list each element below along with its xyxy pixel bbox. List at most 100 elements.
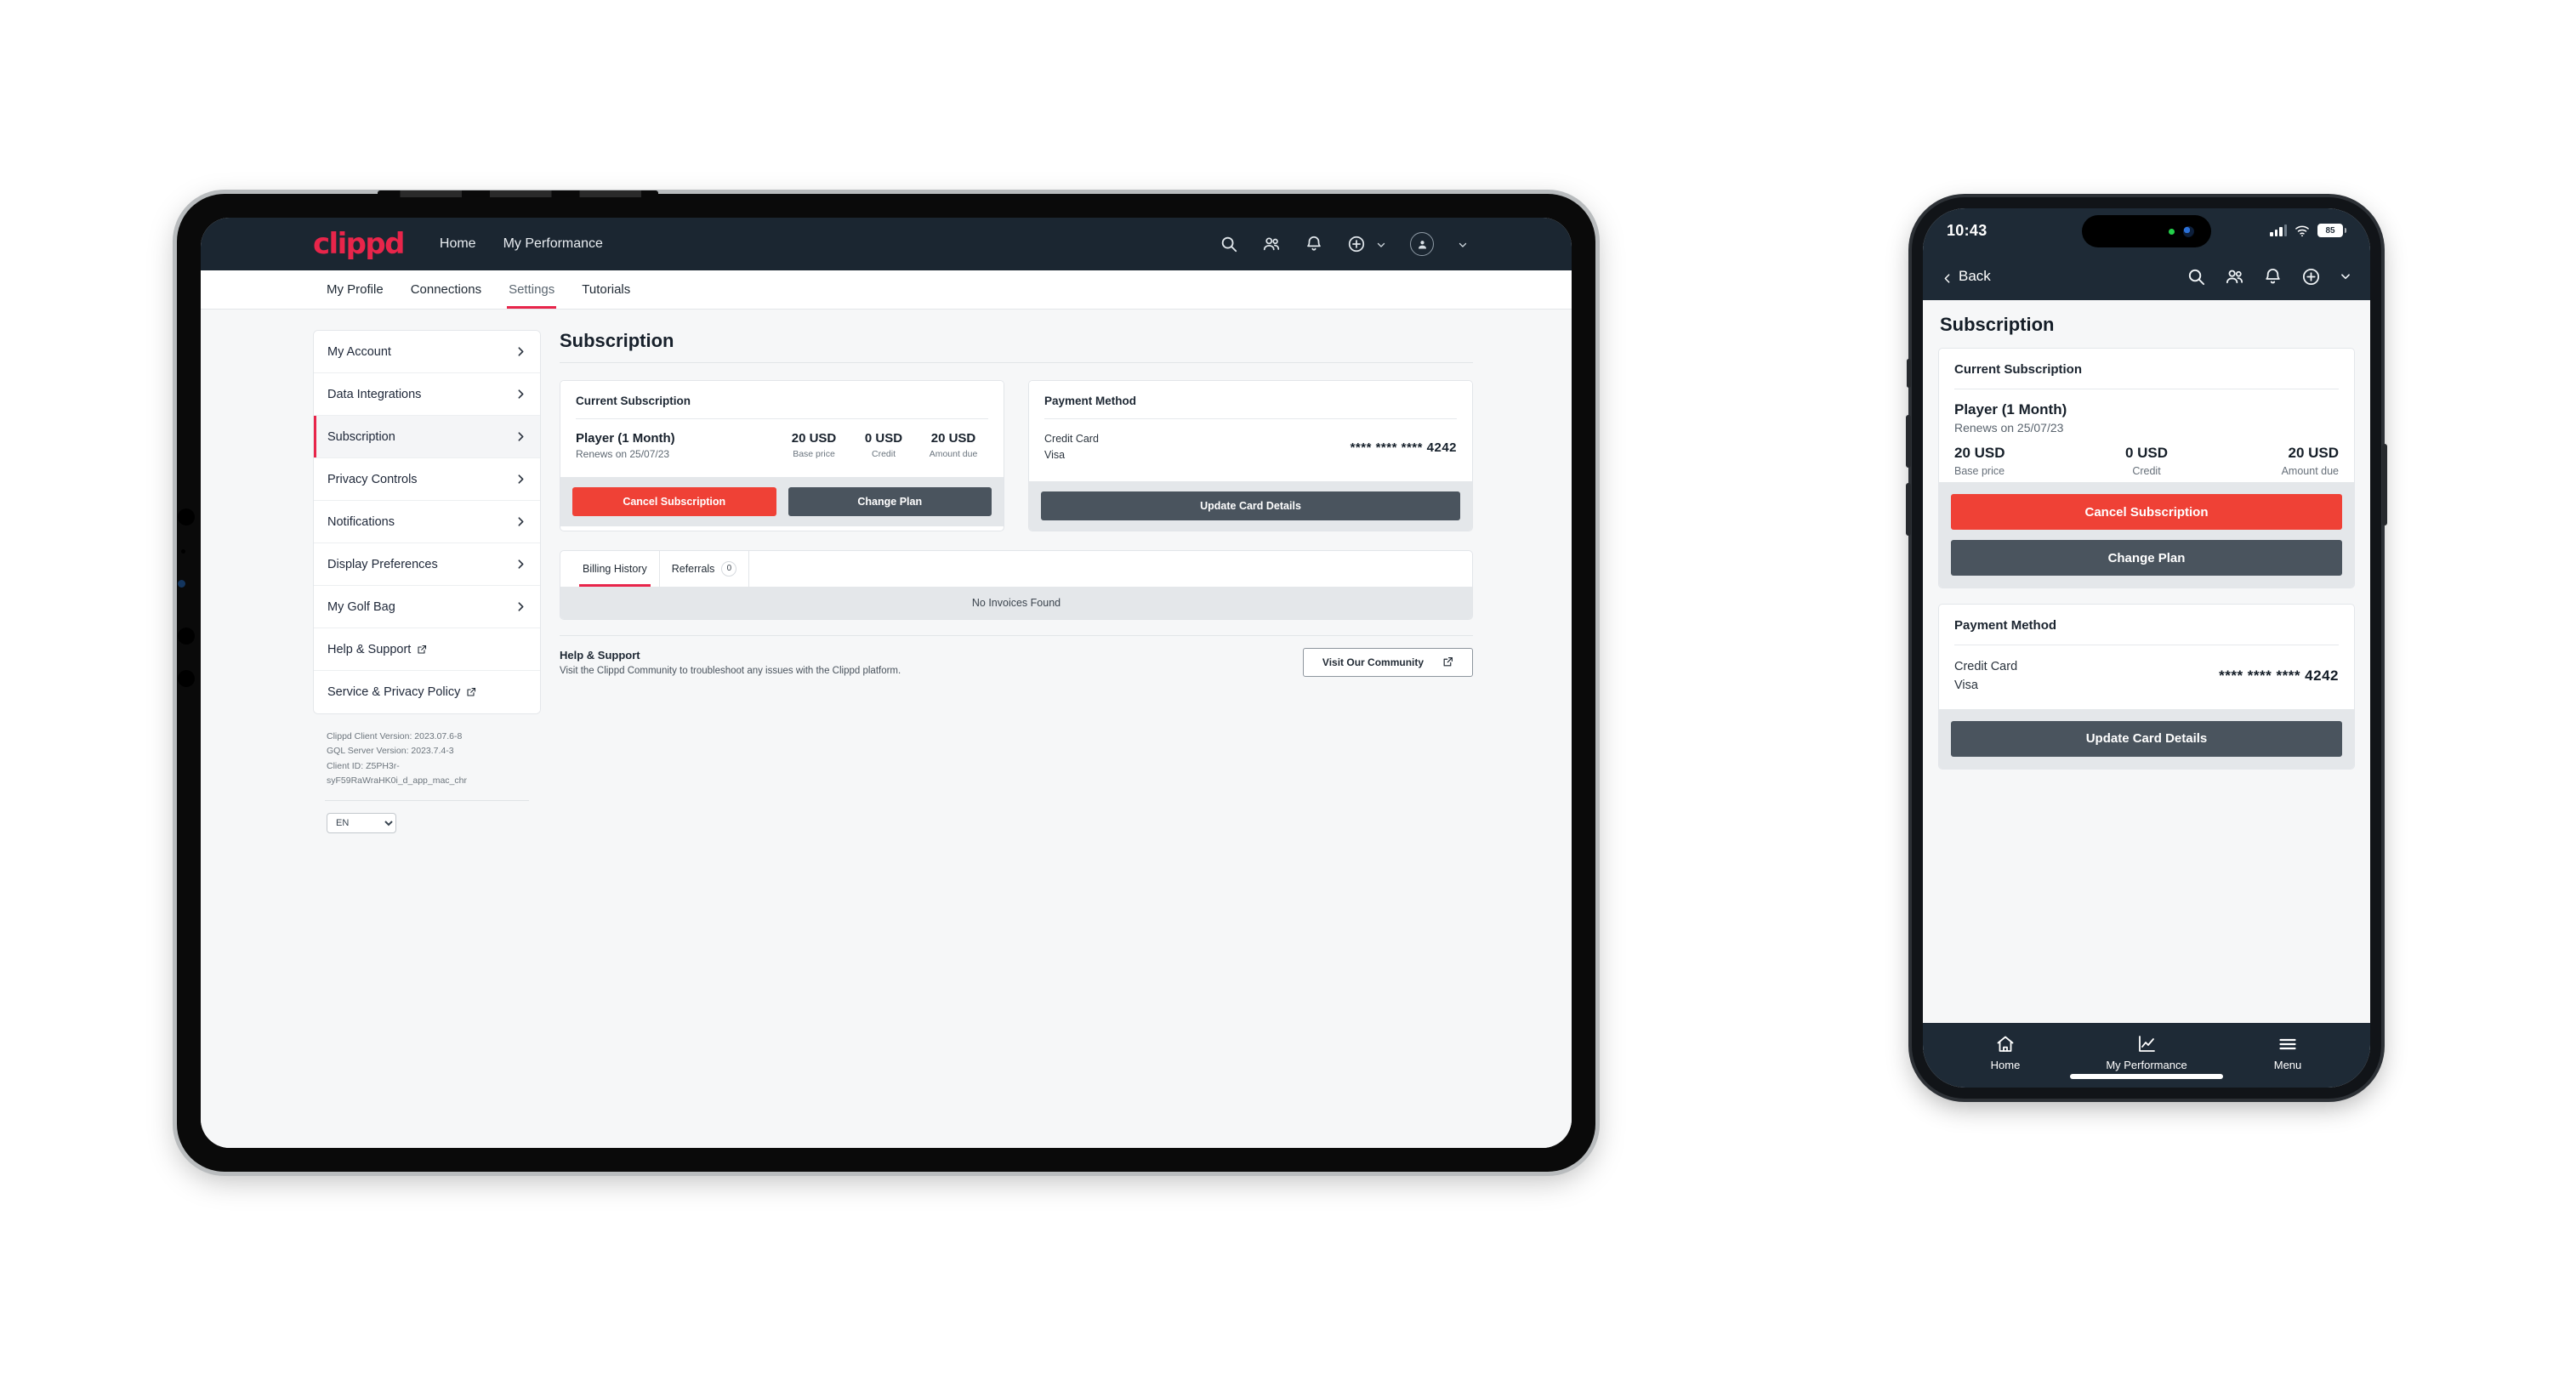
nav-link-home[interactable]: Home bbox=[440, 236, 476, 252]
tablet-side-sensors bbox=[176, 500, 195, 772]
payment-actions: Update Card Details bbox=[1029, 480, 1472, 531]
tab-tutorials[interactable]: Tutorials bbox=[568, 270, 644, 309]
camera-active-indicator bbox=[2169, 228, 2175, 235]
sidebar-item-service-privacy-policy[interactable]: Service & Privacy Policy bbox=[314, 671, 540, 713]
update-card-details-button[interactable]: Update Card Details bbox=[1951, 720, 2342, 757]
status-time: 10:43 bbox=[1947, 221, 1987, 239]
amount-value: 0 USD bbox=[2124, 445, 2169, 461]
tab-billing-history[interactable]: Billing History bbox=[571, 551, 659, 587]
tab-connections[interactable]: Connections bbox=[397, 270, 495, 309]
amount-label: Credit bbox=[2132, 465, 2161, 477]
current-subscription-title: Current Subscription bbox=[1954, 362, 2083, 377]
cancel-subscription-button[interactable]: Cancel Subscription bbox=[572, 487, 776, 516]
people-icon[interactable] bbox=[1262, 235, 1281, 253]
sidebar-item-data-integrations[interactable]: Data Integrations bbox=[314, 373, 540, 416]
sidebar-item-privacy-controls[interactable]: Privacy Controls bbox=[314, 458, 540, 501]
battery-level: 85 bbox=[2317, 224, 2343, 237]
settings-sidebar: My Account Data Integrations Subscriptio… bbox=[201, 330, 541, 1148]
plus-circle-icon[interactable] bbox=[1347, 235, 1366, 253]
title-divider bbox=[560, 362, 1473, 363]
visit-community-button[interactable]: Visit Our Community bbox=[1303, 647, 1473, 677]
client-version: Clippd Client Version: 2023.07.6-8 bbox=[327, 731, 463, 741]
sidebar-item-subscription[interactable]: Subscription bbox=[314, 416, 540, 458]
tablet-nav-actions bbox=[1220, 232, 1550, 256]
search-icon[interactable] bbox=[2186, 267, 2206, 287]
card-divider bbox=[1044, 418, 1457, 419]
amount-value: 20 USD bbox=[2288, 445, 2340, 461]
cellular-signal-icon bbox=[2270, 224, 2287, 236]
tab-home[interactable]: Home bbox=[1935, 1034, 2076, 1071]
bell-icon[interactable] bbox=[1305, 235, 1323, 253]
people-icon[interactable] bbox=[2225, 267, 2244, 287]
battery-icon: 85 bbox=[2317, 224, 2346, 237]
phone-navbar: Back bbox=[1923, 253, 2370, 300]
tab-label: Billing History bbox=[583, 562, 647, 575]
search-icon[interactable] bbox=[1220, 235, 1238, 253]
update-card-details-button[interactable]: Update Card Details bbox=[1041, 491, 1460, 520]
payment-method-title: Payment Method bbox=[1954, 618, 2057, 633]
phone-volume-up-button bbox=[1906, 415, 1911, 468]
subscription-actions: Cancel Subscription Change Plan bbox=[1939, 482, 2354, 588]
card-type-block: Credit Card Visa bbox=[1044, 431, 1099, 464]
amount-due: 20 USD Amount due bbox=[2210, 445, 2339, 477]
chevron-down-icon[interactable] bbox=[2340, 270, 2351, 282]
cancel-subscription-button[interactable]: Cancel Subscription bbox=[1951, 494, 2342, 530]
sidebar-item-display-preferences[interactable]: Display Preferences bbox=[314, 543, 540, 586]
sidebar-item-label: Notifications bbox=[327, 514, 395, 529]
card-number-masked: **** **** **** 4242 bbox=[2219, 667, 2339, 684]
change-plan-button[interactable]: Change Plan bbox=[788, 487, 992, 516]
amount-value: 20 USD bbox=[930, 431, 976, 446]
clippd-logo[interactable]: clippd bbox=[313, 230, 405, 258]
phone-power-button bbox=[2382, 444, 2387, 525]
chevron-right-icon bbox=[515, 601, 526, 612]
tab-settings[interactable]: Settings bbox=[495, 270, 568, 309]
client-id: Client ID: Z5PH3r-syF59RaWraHK0i_d_app_m… bbox=[327, 760, 467, 786]
avatar[interactable] bbox=[1410, 232, 1434, 256]
sidebar-item-notifications[interactable]: Notifications bbox=[314, 501, 540, 543]
amount-value: 20 USD bbox=[1954, 445, 2005, 461]
tablet-top-navbar: clippd Home My Performance bbox=[201, 218, 1572, 270]
tablet-screen: clippd Home My Performance My Profile Co… bbox=[201, 218, 1572, 1148]
subscription-panel: Subscription Current Subscription Player… bbox=[541, 330, 1572, 1148]
nav-link-my-performance[interactable]: My Performance bbox=[503, 236, 603, 252]
sidebar-item-help-support[interactable]: Help & Support bbox=[314, 628, 540, 671]
tab-my-performance[interactable]: My Performance bbox=[2076, 1034, 2217, 1071]
tab-menu[interactable]: Menu bbox=[2217, 1034, 2358, 1071]
change-plan-button[interactable]: Change Plan bbox=[1951, 540, 2342, 576]
status-indicators: 85 bbox=[2270, 224, 2346, 237]
amount-due: 20 USD Amount due bbox=[918, 431, 988, 459]
sidebar-item-my-golf-bag[interactable]: My Golf Bag bbox=[314, 586, 540, 628]
chevron-down-icon[interactable] bbox=[1376, 239, 1386, 249]
amount-base-price: 20 USD Base price bbox=[779, 431, 849, 459]
tab-referrals[interactable]: Referrals 0 bbox=[658, 550, 750, 587]
back-button[interactable]: Back bbox=[1942, 268, 1991, 285]
amount-credit: 0 USD Credit bbox=[2083, 445, 2211, 477]
phone-volume-down-button bbox=[1906, 483, 1911, 536]
wifi-icon bbox=[2295, 224, 2310, 237]
payment-method-row: Credit Card Visa **** **** **** 4242 bbox=[1044, 431, 1457, 464]
screenshot-stage: clippd Home My Performance My Profile Co… bbox=[0, 0, 2576, 1386]
page-title: Subscription bbox=[560, 330, 674, 351]
help-description: Visit the Clippd Community to troublesho… bbox=[560, 665, 901, 676]
help-divider bbox=[560, 634, 1473, 636]
tablet-top-antenna bbox=[378, 190, 658, 197]
back-label: Back bbox=[1959, 268, 1991, 284]
avatar-chevron-down-icon[interactable] bbox=[1458, 239, 1468, 249]
dynamic-island bbox=[2082, 215, 2211, 247]
billing-tabs: Billing History Referrals 0 bbox=[560, 550, 1472, 587]
chevron-left-icon bbox=[1942, 271, 1953, 283]
sidebar-item-my-account[interactable]: My Account bbox=[314, 331, 540, 373]
tab-my-profile[interactable]: My Profile bbox=[313, 270, 397, 309]
card-type: Credit Card bbox=[1954, 660, 2018, 673]
language-select[interactable]: EN bbox=[327, 813, 396, 834]
card-network: Visa bbox=[1044, 449, 1066, 462]
settings-menu-card: My Account Data Integrations Subscriptio… bbox=[313, 330, 541, 714]
phone-content-scroll[interactable]: Current Subscription Player (1 Month) Re… bbox=[1923, 348, 2370, 1023]
bell-icon[interactable] bbox=[2263, 267, 2283, 287]
tab-label: My Performance bbox=[2106, 1059, 2187, 1071]
phone-status-bar: 10:43 85 bbox=[1923, 208, 2370, 253]
plus-circle-icon[interactable] bbox=[2301, 267, 2321, 287]
amount-label: Base price bbox=[1954, 465, 2005, 477]
help-text-block: Help & Support Visit the Clippd Communit… bbox=[560, 649, 901, 676]
chart-icon bbox=[2136, 1034, 2157, 1054]
